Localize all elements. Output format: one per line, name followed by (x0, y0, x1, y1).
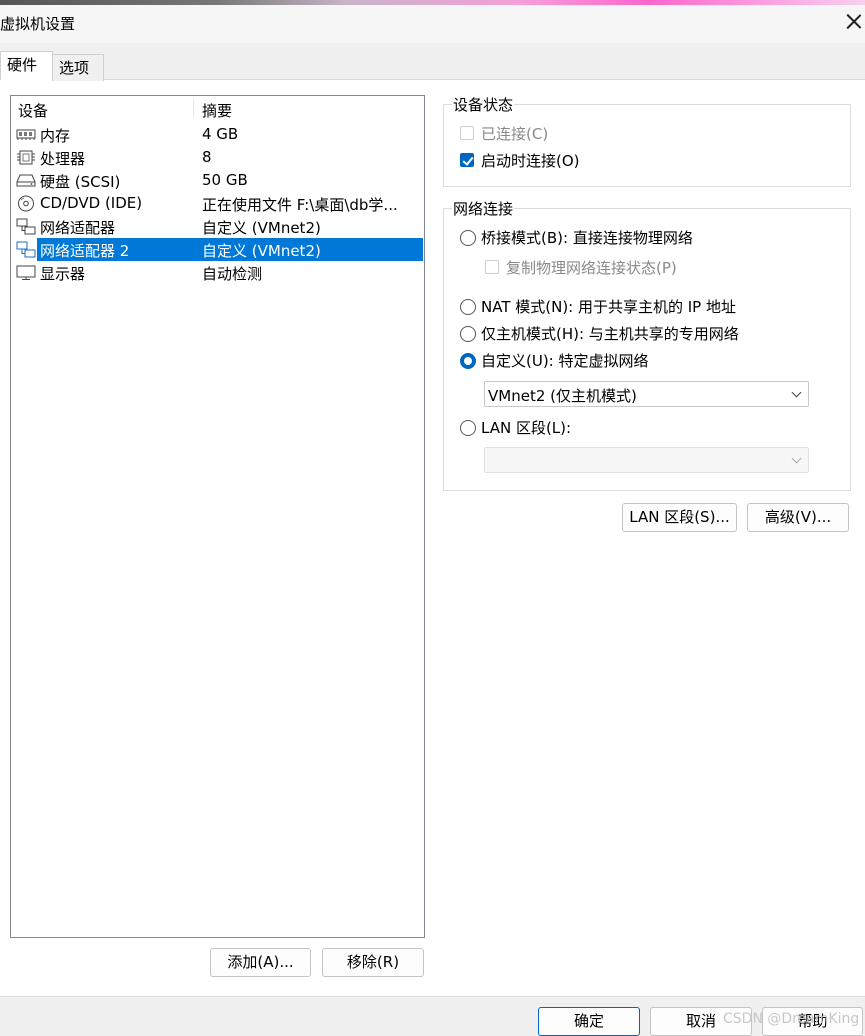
hard-disk-icon (16, 174, 36, 187)
replicate-state-checkbox[interactable] (485, 260, 499, 274)
custom-radio[interactable] (460, 353, 476, 369)
host-only-label: 仅主机模式(H): 与主机共享的专用网络 (481, 325, 739, 343)
replicate-state-label: 复制物理网络连接状态(P) (506, 259, 677, 277)
title-bar (0, 5, 865, 43)
tab-hardware[interactable]: 硬件 (0, 51, 53, 80)
device-name: 硬盘 (SCSI) (40, 173, 121, 191)
bridged-label: 桥接模式(B): 直接连接物理网络 (481, 229, 693, 247)
device-list-header: 设备 摘要 (11, 96, 424, 120)
connect-at-power-on-checkbox[interactable] (460, 153, 474, 167)
device-summary: 50 GB (202, 171, 248, 189)
network-connection-title: 网络连接 (452, 198, 515, 219)
ok-button[interactable]: 确定 (538, 1007, 640, 1036)
device-status-group (443, 104, 851, 187)
custom-network-value: VMnet2 (仅主机模式) (488, 387, 637, 405)
cd-dvd-icon (18, 195, 34, 212)
device-name: CD/DVD (IDE) (40, 194, 143, 212)
window-title: 虚拟机设置 (0, 15, 76, 33)
connect-at-power-on-label: 启动时连接(O) (481, 152, 580, 170)
column-divider[interactable] (193, 98, 194, 118)
connected-checkbox[interactable] (460, 126, 474, 140)
nat-radio[interactable] (460, 299, 476, 315)
chevron-down-icon (791, 453, 802, 464)
device-row-display[interactable]: 显示器 自动检测 (13, 261, 423, 284)
device-summary: 4 GB (202, 125, 239, 143)
device-row-processor[interactable]: 处理器 8 (13, 146, 423, 169)
tab-options[interactable]: 选项 (52, 54, 104, 81)
bridged-radio[interactable] (460, 230, 476, 246)
device-name: 内存 (40, 127, 71, 145)
display-icon (16, 265, 36, 280)
remove-device-button[interactable]: 移除(R) (322, 948, 424, 977)
processor-icon (17, 150, 35, 165)
lan-segment-radio[interactable] (460, 420, 476, 436)
nat-label: NAT 模式(N): 用于共享主机的 IP 地址 (481, 298, 737, 316)
device-name: 网络适配器 2 (40, 242, 130, 260)
host-only-radio[interactable] (460, 326, 476, 342)
device-list[interactable]: 设备 摘要 内存 4 GB 处理器 8 硬盘 (SCSI) 50 GB CD/D… (10, 95, 425, 938)
device-status-title: 设备状态 (452, 94, 515, 115)
device-summary: 自定义 (VMnet2) (202, 219, 321, 237)
lan-segments-button[interactable]: LAN 区段(S)... (622, 503, 737, 532)
column-header-summary[interactable]: 摘要 (202, 100, 232, 121)
connected-label: 已连接(C) (481, 125, 549, 143)
custom-label: 自定义(U): 特定虚拟网络 (481, 352, 649, 370)
watermark: CSDN @DreamKing (723, 1011, 860, 1027)
device-row-network-adapter-2[interactable]: 网络适配器 2 自定义 (VMnet2) (13, 238, 423, 261)
device-name: 处理器 (40, 150, 86, 168)
advanced-button[interactable]: 高级(V)... (747, 503, 849, 532)
add-device-button[interactable]: 添加(A)... (210, 948, 311, 977)
custom-network-select[interactable]: VMnet2 (仅主机模式) (484, 381, 809, 407)
device-row-network-adapter[interactable]: 网络适配器 自定义 (VMnet2) (13, 215, 423, 238)
device-row-memory[interactable]: 内存 4 GB (13, 123, 423, 146)
network-adapter-icon (16, 241, 36, 258)
lan-segment-select[interactable] (484, 447, 809, 473)
device-row-cd-dvd[interactable]: CD/DVD (IDE) 正在使用文件 F:\桌面\db学... (13, 192, 423, 215)
close-icon[interactable] (843, 11, 865, 33)
lan-segment-label: LAN 区段(L): (481, 419, 572, 437)
device-summary: 自动检测 (202, 265, 263, 283)
device-summary: 正在使用文件 F:\桌面\db学... (202, 196, 398, 214)
memory-icon (16, 129, 36, 140)
column-header-device[interactable]: 设备 (18, 100, 48, 121)
device-name: 显示器 (40, 265, 86, 283)
device-row-hard-disk[interactable]: 硬盘 (SCSI) 50 GB (13, 169, 423, 192)
device-name: 网络适配器 (40, 219, 116, 237)
network-adapter-icon (16, 218, 36, 235)
device-summary: 自定义 (VMnet2) (202, 242, 321, 260)
device-summary: 8 (202, 148, 212, 166)
chevron-down-icon (791, 387, 802, 398)
